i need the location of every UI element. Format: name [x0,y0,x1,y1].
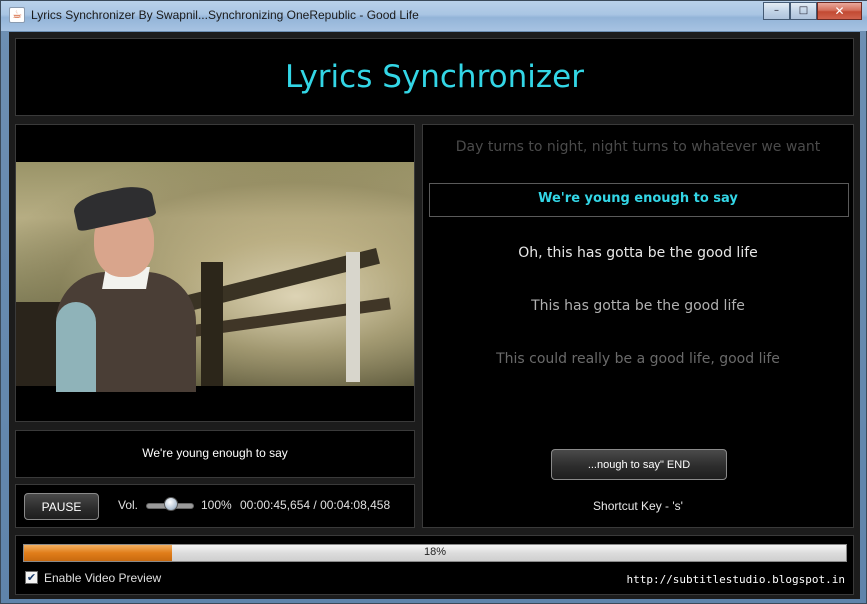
app-heading: Lyrics Synchronizer [285,59,584,95]
volume-slider-thumb[interactable] [164,497,178,511]
volume-label: Vol. [118,498,139,512]
video-singer-sleeve [56,302,96,392]
lyric-current: We're young enough to say [538,191,738,206]
enable-preview-checkbox[interactable]: ✔ [25,571,38,584]
maximize-button[interactable]: □ [790,2,817,20]
close-button[interactable]: ✕ [817,2,862,20]
time-readout: 00:00:45,654 / 00:04:08,458 [240,498,391,512]
minimize-button[interactable]: – [763,2,790,20]
subtitle-panel: We're young enough to say [15,430,415,478]
lyrics-panel: Day turns to night, night turns to whate… [422,124,854,528]
lyric-next-2: This has gotta be the good life [531,298,745,314]
client-area: Lyrics Synchronizer We're young enough t… [9,32,860,599]
title-bar[interactable]: ☕ Lyrics Synchronizer By Swapnil...Synch… [1,1,867,31]
lyric-next-1: Oh, this has gotta be the good life [518,245,758,261]
progress-bar: 18% [23,544,847,562]
window-controls: – □ ✕ [763,2,862,20]
lyric-next-3: This could really be a good life, good l… [496,351,780,367]
window-title: Lyrics Synchronizer By Swapnil...Synchro… [31,8,419,22]
java-cup-icon: ☕ [9,7,25,23]
video-white-post [346,252,360,382]
bottom-panel: 18% ✔ Enable Video Preview http://subtit… [15,535,854,595]
app-window: ☕ Lyrics Synchronizer By Swapnil...Synch… [0,0,867,604]
shortcut-hint: Shortcut Key - 's' [593,499,683,513]
lyric-previous: Day turns to night, night turns to whate… [455,139,821,155]
subtitle-text: We're young enough to say [142,446,288,460]
video-frame [16,162,414,392]
website-url: http://subtitlestudio.blogspot.in [626,573,845,586]
header-panel: Lyrics Synchronizer [15,38,854,116]
pause-button[interactable]: PAUSE [24,493,99,520]
volume-percent: 100% [201,498,232,512]
playback-controls: PAUSE Vol. 100% 00:00:45,654 / 00:04:08,… [15,484,415,528]
progress-label: 18% [423,546,447,558]
sync-end-button[interactable]: ...nough to say" END [551,449,727,480]
video-preview [15,124,415,422]
enable-preview-label[interactable]: Enable Video Preview [44,571,161,585]
video-fence-post [201,262,223,386]
